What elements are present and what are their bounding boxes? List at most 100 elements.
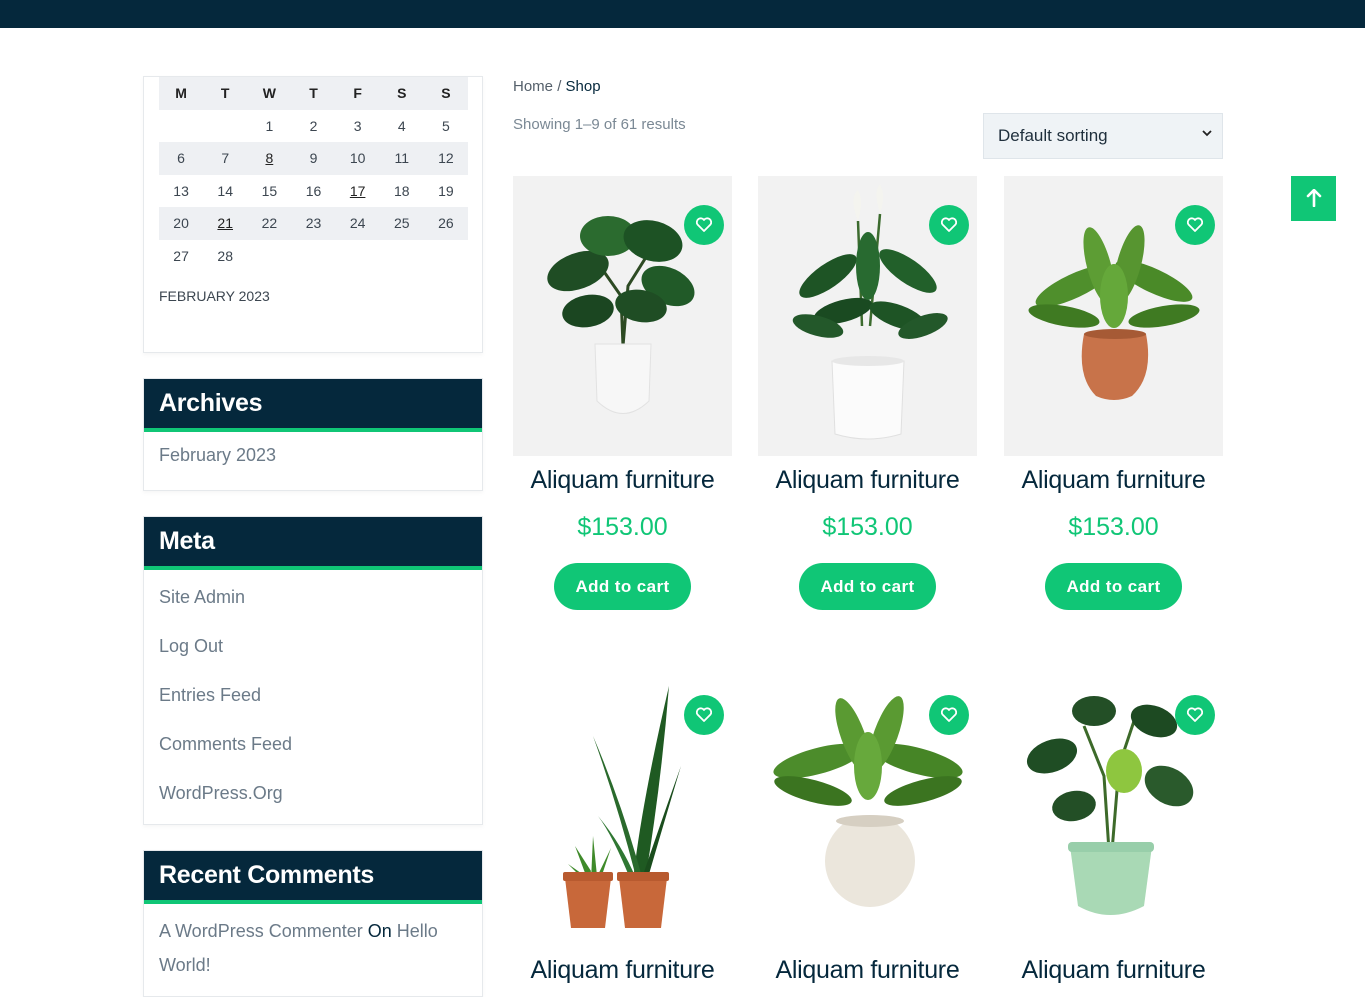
- heart-icon: [695, 707, 713, 722]
- calendar-day: 14: [217, 182, 233, 199]
- heart-icon: [1186, 707, 1204, 722]
- calendar-day: [291, 240, 335, 273]
- meta-link-entries-feed[interactable]: Entries Feed: [144, 671, 482, 720]
- weekday-header: S: [379, 77, 424, 110]
- calendar-day: 9: [291, 142, 336, 175]
- product-price: $153.00: [577, 513, 668, 541]
- calendar-day: 25: [379, 207, 424, 240]
- product-title[interactable]: Aliquam furniture: [513, 956, 732, 985]
- result-count: Showing 1–9 of 61 results: [513, 116, 686, 133]
- calendar-day-link[interactable]: 8: [247, 142, 292, 175]
- archive-link[interactable]: February 2023: [144, 445, 482, 466]
- weekday-header: W: [247, 77, 292, 110]
- product-image-peace-lily[interactable]: [758, 176, 977, 456]
- product-price: $153.00: [822, 513, 913, 541]
- calendar-day: 5: [442, 117, 450, 134]
- calendar-day: 28: [217, 247, 233, 264]
- weekday-header: M: [159, 77, 204, 110]
- calendar-day: 23: [291, 207, 336, 240]
- comment-on-label: On: [367, 921, 392, 941]
- product-image-monstera[interactable]: [513, 176, 732, 456]
- top-bar: [0, 0, 1365, 28]
- calendar-day: 6: [159, 142, 204, 175]
- calendar-day: 7: [203, 142, 248, 175]
- calendar-day: 20: [159, 207, 204, 240]
- calendar-day: 12: [423, 142, 468, 175]
- calendar-day: [380, 240, 424, 273]
- calendar-day: 15: [261, 182, 278, 199]
- meta-link-comments-feed[interactable]: Comments Feed: [144, 720, 482, 769]
- product-image-birds-nest-fern-cream[interactable]: [758, 666, 977, 946]
- heart-icon: [1186, 217, 1204, 232]
- calendar-day: 10: [335, 142, 380, 175]
- breadcrumb-home-link[interactable]: Home: [513, 78, 553, 95]
- calendar-day: 18: [393, 182, 410, 199]
- calendar-day-link[interactable]: 21: [203, 207, 248, 240]
- add-to-cart-button[interactable]: Add to cart: [1045, 563, 1182, 610]
- calendar-day: 2: [309, 117, 318, 134]
- meta-link-wordpress-org[interactable]: WordPress.Org: [144, 769, 482, 818]
- sorting-selected-value: Default sorting: [998, 126, 1108, 145]
- product-title[interactable]: Aliquam furniture: [1004, 956, 1223, 985]
- sorting-select[interactable]: Default sorting: [983, 113, 1223, 159]
- wishlist-button[interactable]: [929, 205, 969, 245]
- calendar-day: 11: [379, 142, 424, 175]
- recent-comments-title: Recent Comments: [144, 851, 482, 904]
- archives-widget: Archives February 2023: [143, 378, 483, 491]
- calendar-day: 19: [438, 182, 454, 199]
- wishlist-button[interactable]: [684, 205, 724, 245]
- arrow-up-icon: [1306, 187, 1322, 212]
- wishlist-button[interactable]: [1175, 205, 1215, 245]
- meta-link-log-out[interactable]: Log Out: [144, 622, 482, 671]
- heart-icon: [940, 707, 958, 722]
- scroll-to-top-button[interactable]: [1291, 176, 1336, 221]
- weekday-header: T: [291, 77, 336, 110]
- calendar-table: M T W T F S S 1 2 3 4 5 6 7 8 9 10 11 12…: [159, 77, 468, 272]
- product-title[interactable]: Aliquam furniture: [758, 956, 977, 985]
- product-title[interactable]: Aliquam furniture: [758, 466, 977, 495]
- product-image-snake-plant[interactable]: [513, 666, 732, 946]
- calendar-day: [247, 240, 291, 273]
- calendar-day: 16: [305, 182, 322, 199]
- calendar-caption: FEBRUARY 2023: [159, 288, 270, 304]
- calendar-day: 1: [265, 117, 274, 134]
- wishlist-button[interactable]: [929, 695, 969, 735]
- calendar-day: 27: [173, 247, 189, 264]
- calendar-day: [336, 240, 380, 273]
- product-price: $153.00: [1068, 513, 1159, 541]
- breadcrumb-separator: /: [557, 78, 562, 95]
- calendar-day: [424, 240, 468, 273]
- calendar-day: [159, 110, 203, 143]
- product-title[interactable]: Aliquam furniture: [1004, 466, 1223, 495]
- weekday-header: T: [203, 77, 248, 110]
- archives-title: Archives: [144, 379, 482, 432]
- chevron-down-icon: [1202, 126, 1212, 141]
- meta-link-site-admin[interactable]: Site Admin: [144, 573, 482, 622]
- calendar-day: 24: [335, 207, 380, 240]
- calendar-day: 3: [353, 117, 362, 134]
- breadcrumb: Home / Shop: [513, 78, 601, 95]
- wishlist-button[interactable]: [684, 695, 724, 735]
- calendar-day-link[interactable]: 17: [336, 175, 380, 208]
- weekday-header: F: [335, 77, 380, 110]
- meta-widget: Meta Site Admin Log Out Entries Feed Com…: [143, 516, 483, 825]
- calendar-widget: M T W T F S S 1 2 3 4 5 6 7 8 9 10 11 12…: [143, 76, 483, 353]
- wishlist-button[interactable]: [1175, 695, 1215, 735]
- calendar-day: 22: [247, 207, 292, 240]
- calendar-day: 26: [423, 207, 468, 240]
- breadcrumb-current: Shop: [565, 78, 601, 95]
- heart-icon: [695, 217, 713, 232]
- recent-comment-item: A WordPress Commenter On Hello World!: [144, 904, 482, 992]
- recent-comments-widget: Recent Comments A WordPress Commenter On…: [143, 850, 483, 997]
- comment-author-link[interactable]: A WordPress Commenter: [159, 921, 363, 941]
- add-to-cart-button[interactable]: Add to cart: [554, 563, 691, 610]
- add-to-cart-button[interactable]: Add to cart: [799, 563, 936, 610]
- product-image-birds-nest-fern[interactable]: [1004, 176, 1223, 456]
- calendar-day: 13: [173, 182, 189, 199]
- product-image-monstera-mint[interactable]: [1004, 666, 1223, 946]
- product-title[interactable]: Aliquam furniture: [513, 466, 732, 495]
- meta-title: Meta: [144, 517, 482, 570]
- weekday-header: S: [423, 77, 468, 110]
- calendar-day: 4: [397, 117, 406, 134]
- meta-list: Site Admin Log Out Entries Feed Comments…: [144, 570, 482, 818]
